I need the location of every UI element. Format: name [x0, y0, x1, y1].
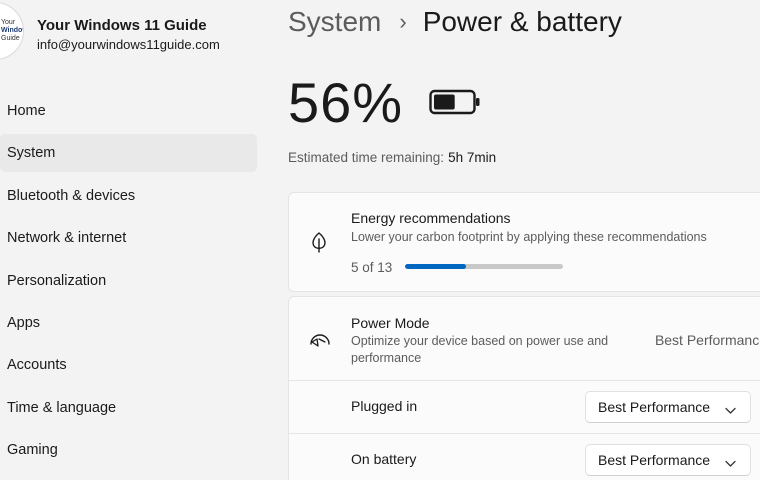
- battery-icon: [429, 89, 481, 120]
- user-profile[interactable]: Your Windows 11 Guide Your Windows 11 Gu…: [0, 0, 265, 70]
- page-title: Power & battery: [422, 6, 622, 37]
- sidebar-item-personalization[interactable]: Personalization: [0, 262, 257, 300]
- battery-percentage: 56%: [288, 70, 404, 134]
- plugged-in-label: Plugged in: [351, 398, 418, 414]
- chevron-down-icon: [725, 455, 736, 471]
- energy-progress-fill: [405, 264, 466, 269]
- sidebar-item-label: System: [7, 145, 56, 162]
- sidebar-item-gaming[interactable]: Gaming: [0, 431, 257, 469]
- breadcrumb-separator: ›: [399, 9, 407, 34]
- battery-status: 56%: [288, 70, 481, 134]
- gauge-icon: [309, 331, 331, 354]
- energy-description: Lower your carbon footprint by applying …: [351, 230, 707, 244]
- sidebar-item-label: Bluetooth & devices: [7, 187, 136, 204]
- sidebar-nav: Home System Bluetooth & devices Network …: [0, 92, 265, 474]
- plugged-in-dropdown[interactable]: Best Performance: [585, 391, 751, 423]
- sidebar-item-network-internet[interactable]: Network & internet: [0, 219, 257, 257]
- leaf-icon: [309, 231, 329, 258]
- main-content: System › Power & battery 56% Estimated t…: [288, 0, 760, 480]
- estimate-value: 5h 7min: [448, 150, 497, 165]
- breadcrumb: System › Power & battery: [288, 2, 622, 42]
- sidebar-item-label: Accounts: [7, 357, 67, 374]
- sidebar-item-system[interactable]: System: [0, 134, 257, 173]
- avatar-logo-text: Your Windows 11 Guide: [1, 19, 23, 42]
- on-battery-value: Best Performance: [598, 452, 711, 468]
- plugged-in-value: Best Performance: [598, 399, 711, 415]
- avatar[interactable]: Your Windows 11 Guide: [0, 2, 24, 60]
- energy-count: 5 of 13: [351, 260, 393, 275]
- on-battery-dropdown[interactable]: Best Performance: [585, 444, 751, 476]
- sidebar-item-accounts[interactable]: Accounts: [0, 346, 257, 384]
- on-battery-label: On battery: [351, 451, 417, 467]
- on-battery-row: On battery Best Performance: [288, 434, 760, 480]
- breadcrumb-parent-system[interactable]: System: [288, 6, 381, 38]
- power-mode-description: Optimize your device based on power use …: [351, 334, 609, 365]
- sidebar-item-label: Personalization: [7, 272, 107, 289]
- sidebar-item-label: Gaming: [7, 442, 58, 459]
- sidebar-item-label: Time & language: [7, 399, 117, 416]
- profile-name: Your Windows 11 Guide: [37, 17, 207, 34]
- estimate-label: Estimated time remaining:: [288, 150, 445, 165]
- sidebar-item-label: Network & internet: [7, 230, 127, 247]
- sidebar-item-label: Apps: [7, 314, 41, 331]
- estimated-time-remaining: Estimated time remaining: 5h 7min: [288, 150, 496, 165]
- sidebar-item-home[interactable]: Home: [0, 92, 257, 130]
- battery-level-fill: [434, 94, 455, 109]
- sidebar-item-label: Home: [7, 103, 46, 119]
- power-mode-value: Best Performance: [654, 332, 760, 348]
- energy-title: Energy recommendations: [351, 210, 511, 226]
- energy-recommendations-card[interactable]: Energy recommendations Lower your carbon…: [288, 192, 760, 292]
- sidebar: Your Windows 11 Guide Your Windows 11 Gu…: [0, 0, 265, 480]
- sidebar-item-time-language[interactable]: Time & language: [0, 389, 257, 427]
- sidebar-item-bluetooth-devices[interactable]: Bluetooth & devices: [0, 177, 257, 215]
- energy-progress-bar: [405, 264, 563, 269]
- plugged-in-row: Plugged in Best Performance: [288, 381, 760, 434]
- power-mode-title: Power Mode: [351, 315, 430, 331]
- power-mode-card[interactable]: Power Mode Optimize your device based on…: [288, 296, 760, 381]
- sidebar-item-apps[interactable]: Apps: [0, 304, 257, 342]
- profile-email: info@yourwindows11guide.com: [37, 37, 220, 52]
- chevron-down-icon: [725, 402, 736, 418]
